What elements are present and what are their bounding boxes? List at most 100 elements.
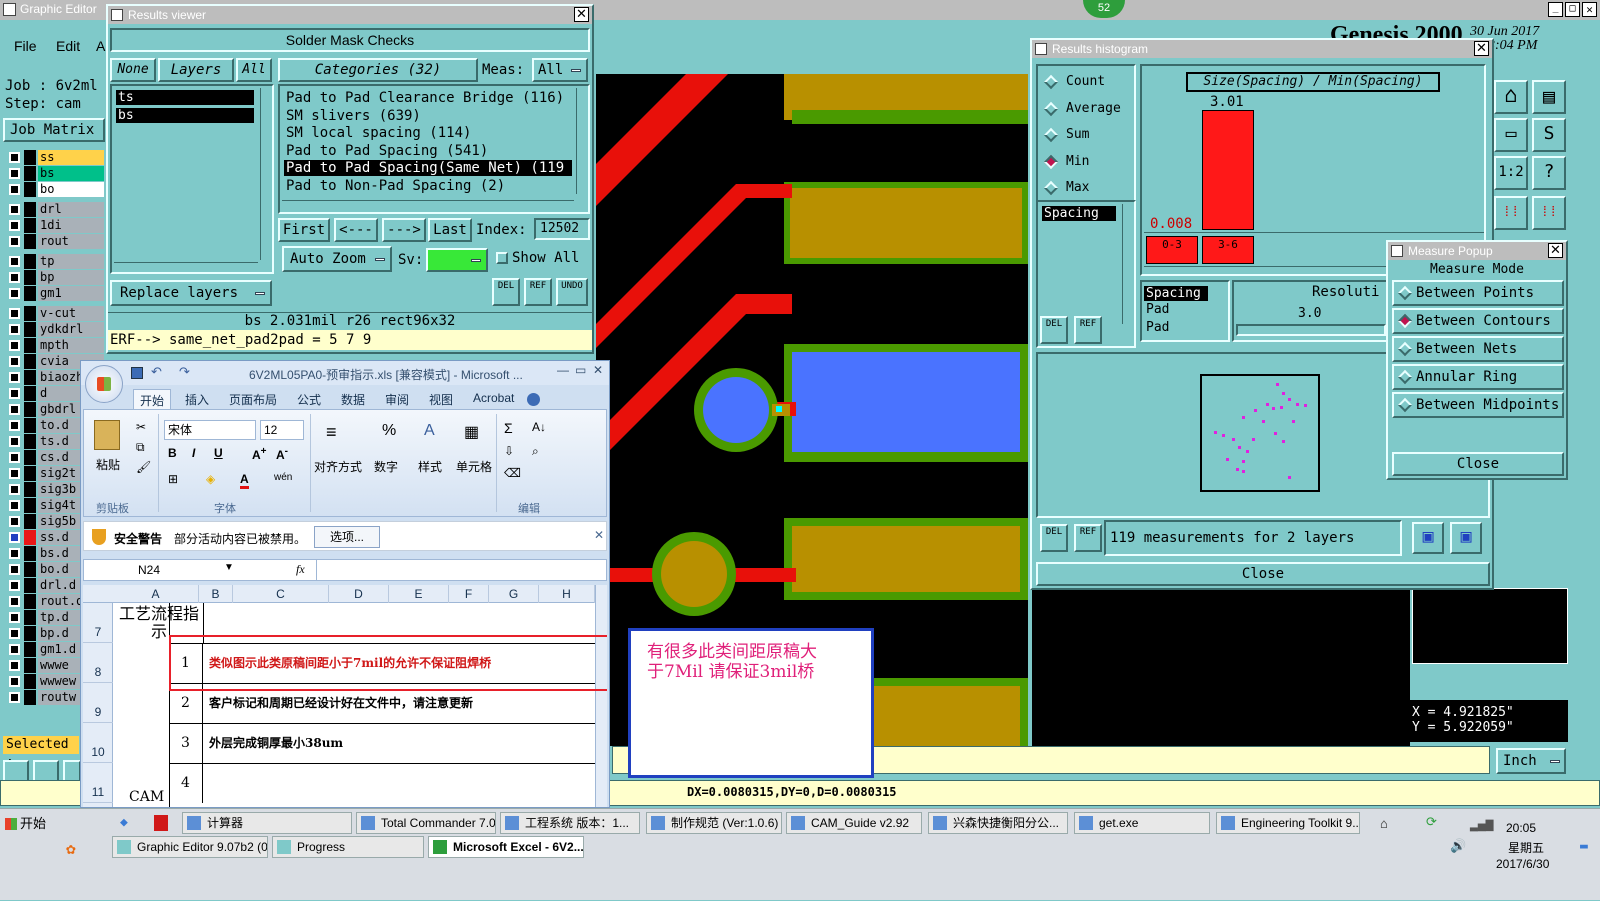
fill-icon[interactable]: ⇩ (504, 444, 514, 458)
layer-checkbox[interactable] (9, 628, 20, 639)
mode-option[interactable]: Min (1043, 154, 1134, 172)
rv-layer-list[interactable]: ts bs (110, 84, 274, 274)
signal-icon[interactable]: ▂▄▆ (1470, 817, 1493, 832)
layer-checkbox[interactable] (9, 420, 20, 431)
pad-item[interactable]: Pad (1146, 302, 1169, 317)
measure-close-button[interactable]: Close (1392, 452, 1564, 476)
layer-color-swatch[interactable] (24, 418, 36, 433)
measure-option[interactable]: Between Contours (1392, 308, 1564, 334)
layer-name[interactable]: bp (38, 270, 104, 285)
layer-checkbox[interactable] (9, 204, 20, 215)
cells-label[interactable]: 单元格 (456, 458, 492, 475)
layer-color-swatch[interactable] (24, 578, 36, 593)
layer-checkbox[interactable] (9, 516, 20, 527)
column-header[interactable]: C (233, 585, 329, 603)
layer-row[interactable]: 1di (6, 218, 104, 233)
layer-color-swatch[interactable] (24, 270, 36, 285)
undo-icon[interactable]: ↶ (151, 364, 162, 380)
ref-button[interactable]: REF (524, 278, 552, 306)
scrollbar[interactable] (260, 88, 270, 260)
layer-checkbox[interactable] (9, 548, 20, 559)
network-icon[interactable]: ⌂ (1380, 817, 1388, 832)
del-button[interactable]: DEL (1040, 524, 1068, 552)
sort-filter-icon[interactable]: A↓ (532, 420, 546, 434)
layer-name[interactable]: bo (38, 182, 104, 197)
layer-checkbox[interactable] (9, 452, 20, 463)
layer-name[interactable]: 1di (38, 218, 104, 233)
category-list[interactable]: Pad to Pad Clearance Bridge (116) SM sliv… (278, 84, 590, 214)
layer-color-swatch[interactable] (24, 690, 36, 705)
taskbar-button[interactable]: 计算器 (182, 812, 352, 834)
ribbon-tab[interactable]: 审阅 (379, 389, 415, 409)
help-icon[interactable]: ? (1532, 156, 1566, 190)
window-controls[interactable]: _ □ ✕ (1548, 2, 1598, 17)
layer-checkbox[interactable] (9, 676, 20, 687)
vertical-scrollbar[interactable] (595, 585, 607, 807)
column-header[interactable]: E (389, 585, 449, 603)
layer-color-swatch[interactable] (24, 466, 36, 481)
measure-option[interactable]: Between Nets (1392, 336, 1564, 362)
inch-selector[interactable]: Inch (1496, 748, 1566, 774)
underline-button[interactable]: U (214, 446, 223, 460)
find-icon[interactable]: ⌕ (532, 444, 539, 459)
layer-color-swatch[interactable] (24, 166, 36, 181)
display-icon[interactable]: ▭ (1494, 118, 1528, 152)
mode-option[interactable]: Count (1043, 74, 1134, 92)
layer-color-swatch[interactable] (24, 234, 36, 249)
quick-launch-icons-2[interactable]: ✿ (60, 839, 90, 859)
spacing-item[interactable]: Spacing (1144, 286, 1208, 301)
layer-checkbox[interactable] (9, 580, 20, 591)
sheet-grid[interactable]: ABCDEFGH 7 8 9 10 11 工艺流程指示 CAM 1 类似图示此类原稿间距小于7… (83, 585, 607, 807)
layer-checkbox[interactable] (9, 256, 20, 267)
paste-icon[interactable] (94, 420, 120, 450)
align-label[interactable]: 对齐方式 (314, 458, 362, 475)
menu-file[interactable]: File (14, 38, 37, 54)
layer-color-swatch[interactable] (24, 202, 36, 217)
ref-button[interactable]: REF (1074, 524, 1102, 552)
layer-color-swatch[interactable] (24, 482, 36, 497)
row-header[interactable]: 9 (83, 683, 113, 723)
row-header[interactable]: 7 (83, 603, 113, 643)
column-header[interactable]: B (199, 585, 233, 603)
number-icon[interactable]: % (382, 422, 396, 440)
taskbar-button[interactable]: Microsoft Excel - 6V2... (428, 836, 584, 858)
phonetic-icon[interactable]: wén (274, 472, 292, 483)
layer-checkbox[interactable] (9, 388, 20, 399)
layer-color-swatch[interactable] (24, 610, 36, 625)
layer-row[interactable]: tp (6, 254, 104, 269)
measure-option[interactable]: Annular Ring (1392, 364, 1564, 390)
layer-row[interactable]: bs (6, 166, 104, 181)
export-icon[interactable]: ▣ (1412, 522, 1444, 554)
fx-icon[interactable]: fx (296, 562, 305, 577)
shrink-font-icon[interactable]: A- (276, 446, 288, 462)
layer-color-swatch[interactable] (24, 674, 36, 689)
layer-color-swatch[interactable] (24, 530, 36, 545)
style-label[interactable]: 样式 (418, 458, 442, 475)
minimize-icon[interactable]: _ (1548, 2, 1563, 17)
layer-name[interactable]: ydkdrl (38, 322, 104, 337)
layer-name[interactable]: bs (38, 166, 104, 181)
layer-row[interactable]: drl (6, 202, 104, 217)
layer-color-swatch[interactable] (24, 498, 36, 513)
layer-color-swatch[interactable] (24, 322, 36, 337)
category-item[interactable]: Pad to Pad Spacing (541) (284, 143, 572, 159)
panel-icon[interactable]: ▤ (1532, 80, 1566, 114)
update-icon[interactable]: ⟳ (1426, 815, 1437, 830)
menu-edit[interactable]: Edit (56, 38, 80, 54)
scrollbar[interactable] (114, 262, 258, 270)
layer-name[interactable]: rout (38, 234, 104, 249)
import-icon[interactable]: ▣ (1450, 522, 1482, 554)
layer-color-swatch[interactable] (24, 386, 36, 401)
resolution-slider[interactable] (1236, 324, 1386, 336)
layer-color-swatch[interactable] (24, 370, 36, 385)
style-icon[interactable]: A (424, 422, 435, 440)
row-header[interactable]: 8 (83, 643, 113, 683)
layer-checkbox[interactable] (9, 308, 20, 319)
layer-row[interactable]: bo (6, 182, 104, 197)
autosum-icon[interactable]: Σ (504, 420, 513, 436)
grow-font-icon[interactable]: A+ (252, 446, 267, 462)
taskbar-button[interactable]: 制作规范 (Ver:1.0.6) (646, 812, 782, 834)
borders-icon[interactable]: ⊞ (168, 472, 178, 486)
taskbar-button[interactable]: 工程系统 版本：1... (500, 812, 640, 834)
first-button[interactable]: First (278, 218, 330, 242)
